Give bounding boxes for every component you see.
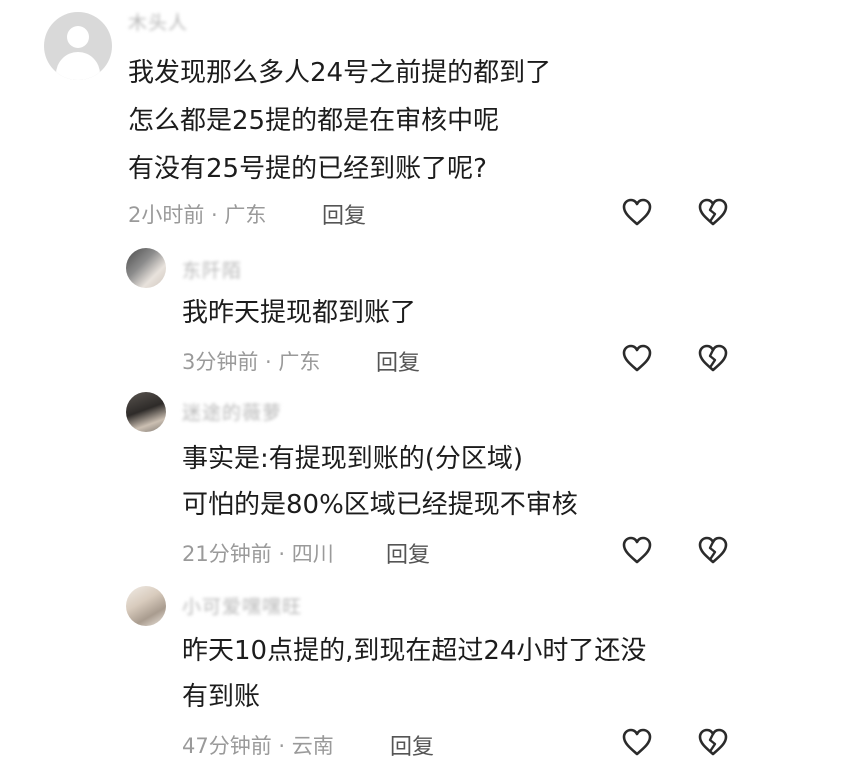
reply-username[interactable]: 小可爱嘿嘿旺 <box>182 592 302 619</box>
broken-heart-icon[interactable] <box>696 196 730 228</box>
heart-outline-icon[interactable] <box>620 726 654 758</box>
heart-outline-icon[interactable] <box>620 534 654 566</box>
reply-username[interactable]: 东阡陌 <box>182 256 242 283</box>
reply-button[interactable]: 回复 <box>322 198 366 230</box>
broken-heart-icon[interactable] <box>696 342 730 374</box>
reply-button[interactable]: 回复 <box>390 729 434 761</box>
reply-meta: 21分钟前 · 四川 <box>182 542 334 566</box>
reply-text-line: 我昨天提现都到账了 <box>182 298 417 328</box>
reply-item: 小可爱嘿嘿旺 昨天10点提的,到现在超过24小时了还没 有到账 47分钟前 · … <box>0 580 864 764</box>
reply-text-line: 事实是:有提现到账的(分区域) <box>182 444 524 474</box>
reply-username[interactable]: 迷途的薇萝 <box>182 398 282 425</box>
reply-button[interactable]: 回复 <box>386 537 430 569</box>
user-avatar[interactable] <box>126 392 166 432</box>
comment-username[interactable]: 木头人 <box>128 8 188 35</box>
reply-meta: 47分钟前 · 云南 <box>182 734 334 758</box>
comment: 木头人 我发现那么多人24号之前提的都到了 怎么都是25提的都是在审核中呢 有没… <box>0 0 864 240</box>
broken-heart-icon[interactable] <box>696 726 730 758</box>
heart-outline-icon[interactable] <box>620 342 654 374</box>
comment-text-line: 有没有25号提的已经到账了呢? <box>128 154 487 184</box>
reply-item: 迷途的薇萝 事实是:有提现到账的(分区域) 可怕的是80%区域已经提现不审核 2… <box>0 384 864 574</box>
user-avatar[interactable] <box>126 586 166 626</box>
user-avatar[interactable] <box>126 248 166 288</box>
heart-outline-icon[interactable] <box>620 196 654 228</box>
reply-text-line: 有到账 <box>182 682 261 712</box>
reply-text-line: 昨天10点提的,到现在超过24小时了还没 <box>182 636 647 666</box>
default-avatar-icon[interactable] <box>44 12 112 80</box>
comment-text-line: 我发现那么多人24号之前提的都到了 <box>128 58 552 88</box>
comment-text-line: 怎么都是25提的都是在审核中呢 <box>128 106 500 136</box>
reply-meta: 3分钟前 · 广东 <box>182 350 321 374</box>
broken-heart-icon[interactable] <box>696 534 730 566</box>
comment-meta: 2小时前 · 广东 <box>128 203 267 227</box>
reply-button[interactable]: 回复 <box>376 345 420 377</box>
reply-item: 东阡陌 我昨天提现都到账了 3分钟前 · 广东 回复 <box>0 240 864 380</box>
reply-text-line: 可怕的是80%区域已经提现不审核 <box>182 490 578 520</box>
